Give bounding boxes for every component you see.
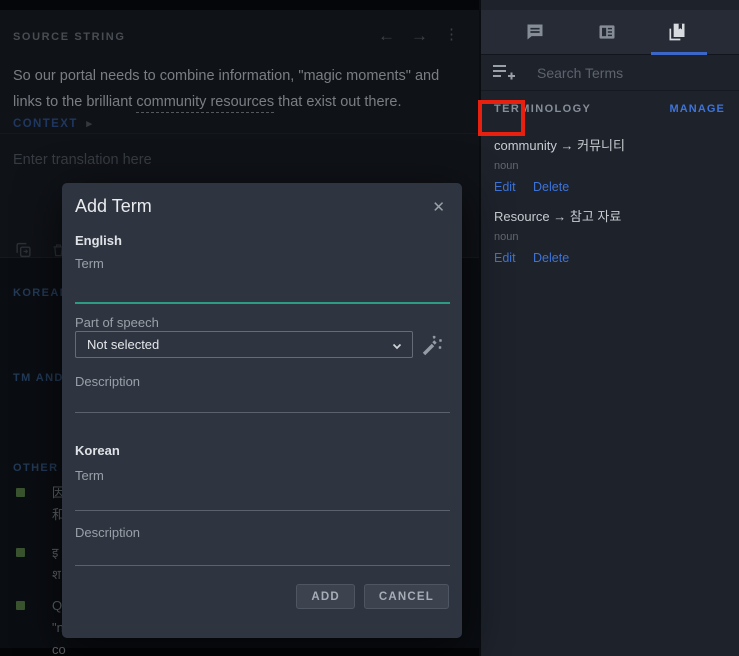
add-term-icon[interactable] [491,62,517,84]
tab-comments[interactable] [507,22,563,54]
english-section-label: English [75,233,122,248]
translation-app-window: SOURCE STRING ← → ⋮ So our portal needs … [0,0,739,656]
search-terms-input[interactable] [537,62,722,84]
term-entry: Resource → 참고 자료 noun Edit Delete [494,206,726,265]
tab-terminology[interactable] [649,22,705,54]
term-search-row [481,55,739,91]
add-term-modal: Add Term ✕ English Term Part of speech N… [62,183,462,638]
korean-term-input-underline[interactable] [75,510,450,511]
right-side-panel: TERMINOLOGY MANAGE community → 커뮤니티 noun… [481,0,739,656]
english-description-label: Description [75,374,140,389]
term-pair: community → 커뮤니티 [494,135,726,154]
term-source: community [494,138,557,153]
terminology-header: TERMINOLOGY MANAGE [481,91,739,121]
term-arrow-icon: → [560,138,573,153]
term-part-of-speech: noun [494,160,726,172]
close-icon[interactable]: ✕ [432,198,445,216]
term-delete-link[interactable]: Delete [533,251,569,265]
term-edit-link[interactable]: Edit [494,251,516,265]
term-source: Resource [494,209,550,224]
tab-segment-details[interactable] [579,22,635,54]
term-delete-link[interactable]: Delete [533,180,569,194]
chevron-down-icon [391,339,403,357]
panel-divider [479,0,481,656]
term-part-of-speech: noun [494,231,726,243]
korean-description-label: Description [75,525,140,540]
cancel-button[interactable]: CANCEL [364,584,449,609]
part-of-speech-value: Not selected [87,337,159,352]
part-of-speech-select[interactable]: Not selected [75,331,413,358]
korean-description-input-underline[interactable] [75,565,450,566]
add-button[interactable]: ADD [296,584,355,609]
english-term-label: Term [75,256,104,271]
english-description-input-underline[interactable] [75,412,450,413]
magic-wand-icon[interactable] [420,333,444,357]
korean-section-label: Korean [75,443,120,458]
manage-link[interactable]: MANAGE [670,103,726,115]
panel-tab-bar [481,10,739,55]
terminology-label: TERMINOLOGY [494,103,591,115]
term-edit-link[interactable]: Edit [494,180,516,194]
term-target: 참고 자료 [570,209,621,224]
part-of-speech-label: Part of speech [75,315,159,330]
english-term-input-underline[interactable] [75,302,450,304]
korean-term-label: Term [75,468,104,483]
term-pair: Resource → 참고 자료 [494,206,726,225]
term-entry: community → 커뮤니티 noun Edit Delete [494,135,726,194]
term-target: 커뮤니티 [577,138,625,153]
modal-title: Add Term [75,196,152,217]
term-arrow-icon: → [553,209,566,224]
